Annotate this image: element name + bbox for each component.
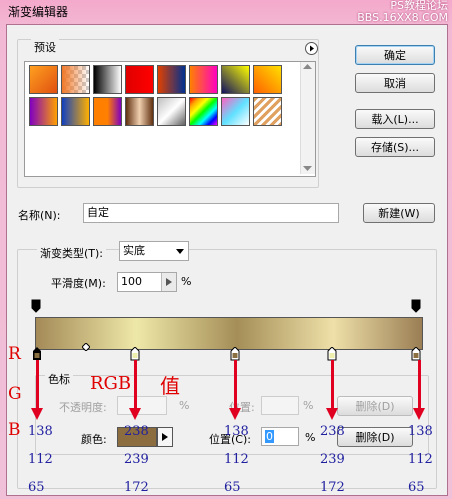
color-position-unit: % bbox=[305, 431, 316, 444]
rgb-b-3: 65 bbox=[224, 480, 241, 495]
delete-opacity-stop-button[interactable]: 删除(D) bbox=[337, 396, 413, 416]
preset-swatch-16[interactable] bbox=[253, 97, 282, 126]
annotation-b-label: B bbox=[8, 420, 21, 440]
preset-swatch-11[interactable] bbox=[93, 97, 122, 126]
color-stop-4[interactable] bbox=[327, 347, 337, 361]
preset-swatch-8[interactable] bbox=[253, 65, 282, 94]
smoothness-input[interactable]: 100 bbox=[117, 272, 177, 292]
cancel-button[interactable]: 取消 bbox=[355, 73, 435, 93]
window-title: 渐变编辑器 bbox=[8, 5, 69, 19]
arrow-shaft-1 bbox=[36, 360, 39, 410]
color-position-value: 0 bbox=[265, 430, 274, 443]
color-stop-2[interactable] bbox=[130, 347, 140, 361]
preset-scrollbar[interactable] bbox=[300, 62, 315, 174]
color-stop-1[interactable] bbox=[32, 347, 42, 361]
arrow-head-5 bbox=[413, 408, 425, 420]
arrow-shaft-3 bbox=[234, 360, 237, 410]
watermark-line2: BBS.16XX8.COM bbox=[357, 11, 448, 24]
save-button[interactable]: 存储(S)... bbox=[355, 137, 435, 157]
arrow-right-icon bbox=[310, 45, 314, 52]
name-input[interactable]: 自定 bbox=[83, 203, 339, 223]
rgb-g-4: 239 bbox=[320, 452, 345, 467]
load-button[interactable]: 载入(L)... bbox=[355, 109, 435, 129]
preset-swatch-3[interactable] bbox=[93, 65, 122, 94]
preset-swatch-1[interactable] bbox=[29, 65, 58, 94]
presets-label: 预设 bbox=[31, 39, 59, 55]
rgb-r-3: 138 bbox=[224, 424, 249, 439]
rgb-b-4: 172 bbox=[320, 480, 345, 495]
presets-menu-button[interactable] bbox=[305, 42, 318, 55]
gradient-type-label: 渐变类型(T): bbox=[37, 245, 107, 261]
name-label: 名称(N): bbox=[18, 209, 61, 222]
opacity-unit: % bbox=[179, 399, 190, 412]
arrow-head-4 bbox=[326, 408, 338, 420]
rgb-r-4: 238 bbox=[320, 424, 345, 439]
rgb-g-2: 239 bbox=[124, 452, 149, 467]
gradient-type-value: 实底 bbox=[123, 244, 145, 257]
preset-swatch-15[interactable] bbox=[221, 97, 250, 126]
rgb-g-3: 112 bbox=[224, 452, 249, 467]
color-label: 颜色: bbox=[81, 433, 107, 446]
midpoint-diamond[interactable] bbox=[82, 343, 90, 351]
color-stop-5[interactable] bbox=[411, 347, 421, 361]
smoothness-value: 100 bbox=[121, 275, 142, 288]
rgb-b-5: 65 bbox=[408, 480, 425, 495]
preset-swatch-9[interactable] bbox=[29, 97, 58, 126]
preset-swatch-12[interactable] bbox=[125, 97, 154, 126]
annotation-r-label: R bbox=[8, 344, 21, 364]
opacity-position-input[interactable] bbox=[261, 396, 299, 415]
opacity-label: 不透明度: bbox=[59, 401, 107, 414]
rgb-b-2: 172 bbox=[124, 480, 149, 495]
rgb-r-1: 138 bbox=[28, 424, 53, 439]
arrow-shaft-5 bbox=[418, 360, 421, 410]
window-frame: 渐变编辑器 PS教程论坛 BBS.16XX8.COM 预设 确定 取消 载入(L… bbox=[0, 0, 452, 499]
ok-button[interactable]: 确定 bbox=[355, 45, 435, 65]
opacity-stop-right[interactable] bbox=[411, 299, 421, 313]
smoothness-label: 平滑度(M): bbox=[51, 277, 106, 290]
scroll-down-icon[interactable] bbox=[303, 166, 312, 172]
opacity-position-unit: % bbox=[303, 399, 314, 412]
scroll-up-icon[interactable] bbox=[303, 64, 312, 70]
smoothness-slider-button[interactable] bbox=[161, 273, 176, 291]
annotation-g-label: G bbox=[8, 384, 22, 404]
stops-group-label: 色标 bbox=[45, 371, 73, 387]
gradient-preview-bar[interactable] bbox=[35, 317, 423, 350]
watermark: PS教程论坛 BBS.16XX8.COM bbox=[357, 0, 448, 24]
color-position-input[interactable]: 0 bbox=[261, 427, 299, 446]
preset-swatch-2[interactable] bbox=[61, 65, 90, 94]
arrow-head-3 bbox=[229, 408, 241, 420]
preset-swatch-13[interactable] bbox=[157, 97, 186, 126]
preset-swatch-6[interactable] bbox=[189, 65, 218, 94]
delete-color-stop-button[interactable]: 删除(D) bbox=[337, 427, 413, 447]
annotation-value-label: 值 bbox=[160, 374, 180, 398]
arrow-shaft-4 bbox=[331, 360, 334, 410]
preset-swatch-14[interactable] bbox=[189, 97, 218, 126]
rgb-column-1: 138 bbox=[28, 424, 53, 439]
annotation-rgb-label: RGB bbox=[90, 373, 132, 394]
preset-swatch-10[interactable] bbox=[61, 97, 90, 126]
gradient-type-select[interactable]: 实底 bbox=[119, 241, 189, 261]
opacity-stop-left[interactable] bbox=[31, 299, 41, 313]
color-stop-3[interactable] bbox=[230, 347, 240, 361]
rgb-r-5: 138 bbox=[408, 424, 433, 439]
new-button[interactable]: 新建(W) bbox=[363, 203, 435, 223]
rgb-r-2: 238 bbox=[124, 424, 149, 439]
preset-swatch-4[interactable] bbox=[125, 65, 154, 94]
arrow-head-1 bbox=[31, 408, 43, 420]
arrow-right-icon bbox=[166, 278, 172, 286]
preset-swatch-7[interactable] bbox=[221, 65, 250, 94]
rgb-g-1: 112 bbox=[28, 452, 53, 467]
arrow-right-icon bbox=[162, 433, 168, 441]
rgb-g-5: 112 bbox=[408, 452, 433, 467]
arrow-shaft-2 bbox=[134, 360, 137, 410]
title-bar[interactable]: 渐变编辑器 PS教程论坛 BBS.16XX8.COM bbox=[0, 0, 452, 24]
arrow-head-2 bbox=[129, 408, 141, 420]
preset-swatch-5[interactable] bbox=[157, 65, 186, 94]
smoothness-unit: % bbox=[181, 275, 192, 288]
rgb-b-1: 65 bbox=[28, 480, 45, 495]
color-menu-button[interactable] bbox=[157, 427, 173, 447]
chevron-down-icon bbox=[176, 249, 184, 254]
